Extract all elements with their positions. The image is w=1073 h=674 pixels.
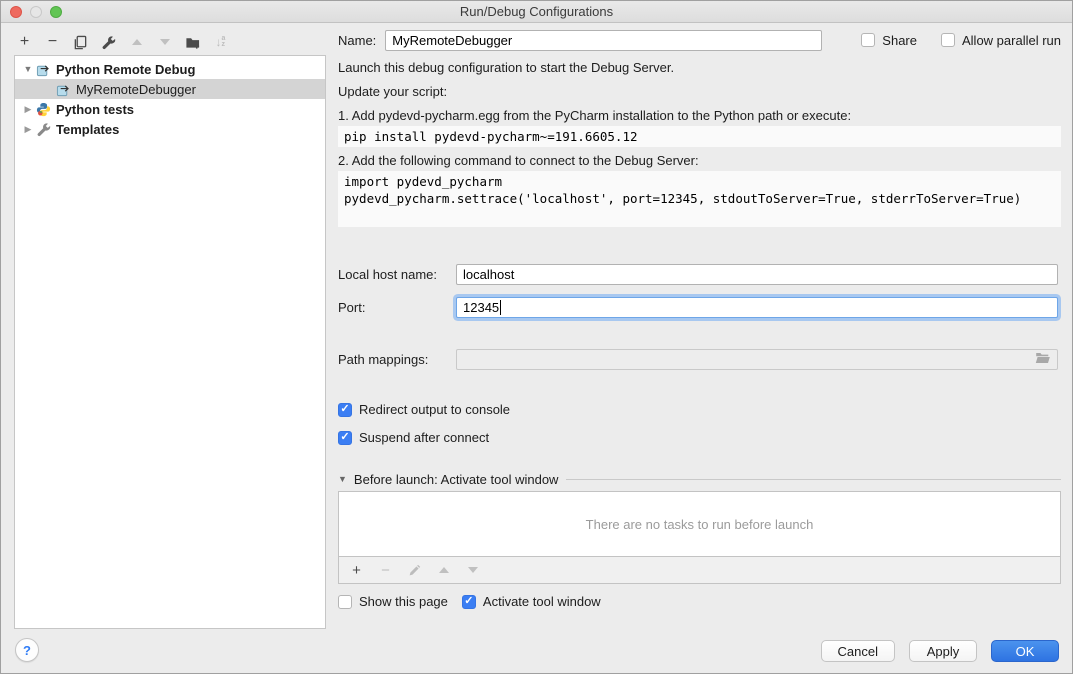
tree-item-python-remote-debug[interactable]: ▼ Python Remote Debug (15, 59, 325, 79)
dialog-buttons: Cancel Apply OK (821, 640, 1059, 662)
remote-debug-icon (55, 81, 71, 97)
port-label: Port: (338, 300, 456, 315)
local-host-name-input[interactable]: localhost (456, 264, 1058, 285)
name-value: MyRemoteDebugger (392, 33, 512, 48)
tree-item-myremotedebugger[interactable]: MyRemoteDebugger (15, 79, 325, 99)
before-launch-empty-text: There are no tasks to run before launch (339, 492, 1060, 556)
traffic-lights (10, 6, 62, 18)
edit-task-pencil-icon[interactable] (406, 562, 423, 579)
move-down-icon[interactable] (156, 34, 173, 51)
remove-configuration-icon[interactable]: − (44, 34, 61, 51)
redirect-output-checkbox[interactable]: ✓ (338, 403, 352, 417)
collapse-toggle-icon[interactable]: ▶ (21, 104, 35, 115)
configurations-toolbar: + − ↓az (16, 32, 229, 52)
add-task-icon[interactable]: + (348, 562, 365, 579)
configurations-tree: ▼ Python Remote Debug MyRemoteDebugger ▶ (14, 55, 326, 629)
help-button[interactable]: ? (15, 638, 39, 662)
move-task-down-icon[interactable] (464, 562, 481, 579)
copy-configuration-icon[interactable] (72, 34, 89, 51)
move-task-up-icon[interactable] (435, 562, 452, 579)
text-cursor (500, 300, 501, 315)
port-input[interactable]: 12345 (456, 297, 1058, 318)
new-folder-icon[interactable] (184, 34, 201, 51)
path-mappings-input[interactable] (456, 349, 1058, 370)
cancel-button[interactable]: Cancel (821, 640, 895, 662)
question-mark-icon: ? (23, 643, 31, 658)
activate-tool-window-checkbox[interactable]: ✓ (462, 595, 476, 609)
before-launch-section-header[interactable]: ▼ Before launch: Activate tool window (338, 472, 1061, 486)
pip-install-code-block: pip install pydevd-pycharm~=191.6605.12 (338, 126, 1061, 147)
collapse-section-icon[interactable]: ▼ (338, 474, 347, 484)
path-mappings-label: Path mappings: (338, 352, 456, 367)
tree-item-label: MyRemoteDebugger (76, 82, 196, 97)
tree-item-python-tests[interactable]: ▶ Python tests (15, 99, 325, 119)
suspend-after-connect-checkbox[interactable]: ✓ (338, 431, 352, 445)
remove-task-icon[interactable]: − (377, 562, 394, 579)
show-this-page-label: Show this page (359, 594, 448, 609)
instruction-line-2: Update your script: (338, 84, 1061, 99)
name-label: Name: (338, 33, 376, 48)
local-host-name-label: Local host name: (338, 267, 456, 282)
zoom-window-button[interactable] (50, 6, 62, 18)
move-up-icon[interactable] (128, 34, 145, 51)
edit-defaults-wrench-icon[interactable] (100, 34, 117, 51)
instruction-line-1: Launch this debug configuration to start… (338, 60, 1061, 75)
titlebar[interactable]: Run/Debug Configurations (1, 1, 1072, 23)
instruction-step-1: 1. Add pydevd-pycharm.egg from the PyCha… (338, 108, 1061, 123)
settrace-code-line-1: import pydevd_pycharm (344, 173, 1055, 190)
share-checkbox[interactable]: ✓ (861, 33, 875, 47)
show-this-page-checkbox[interactable]: ✓ (338, 595, 352, 609)
expand-toggle-icon[interactable]: ▼ (21, 64, 35, 74)
collapse-toggle-icon[interactable]: ▶ (21, 124, 35, 135)
local-host-name-value: localhost (463, 267, 514, 282)
apply-button[interactable]: Apply (909, 640, 977, 662)
add-configuration-icon[interactable]: + (16, 34, 33, 51)
minimize-window-button[interactable] (30, 6, 42, 18)
python-tests-icon (35, 101, 51, 117)
allow-parallel-run-label: Allow parallel run (962, 33, 1061, 48)
tree-item-label: Python tests (56, 102, 134, 117)
run-debug-configurations-dialog: Run/Debug Configurations + − ↓az ▼ Pytho… (0, 0, 1073, 674)
tree-item-templates[interactable]: ▶ Templates (15, 119, 325, 139)
ok-button[interactable]: OK (991, 640, 1059, 662)
remote-debug-icon (35, 61, 51, 77)
allow-parallel-run-checkbox[interactable]: ✓ (941, 33, 955, 47)
open-folder-icon[interactable] (1035, 351, 1051, 368)
settrace-code-line-2: pydevd_pycharm.settrace('localhost', por… (344, 190, 1055, 207)
share-label: Share (882, 33, 917, 48)
settrace-code-block: import pydevd_pycharm pydevd_pycharm.set… (338, 171, 1061, 227)
configuration-editor: Name: MyRemoteDebugger ✓ Share ✓ Allow p… (338, 29, 1061, 609)
before-launch-task-list: There are no tasks to run before launch … (338, 491, 1061, 584)
activate-tool-window-label: Activate tool window (483, 594, 601, 609)
name-input[interactable]: MyRemoteDebugger (385, 30, 822, 51)
wrench-icon (35, 121, 51, 137)
port-value: 12345 (463, 300, 499, 315)
before-launch-title: Before launch: Activate tool window (354, 472, 559, 487)
before-launch-toolbar: + − (339, 556, 1060, 583)
close-window-button[interactable] (10, 6, 22, 18)
tree-item-label: Python Remote Debug (56, 62, 195, 77)
tree-item-label: Templates (56, 122, 119, 137)
redirect-output-label: Redirect output to console (359, 402, 510, 417)
instruction-step-2: 2. Add the following command to connect … (338, 153, 1061, 168)
section-rule (566, 479, 1061, 480)
sort-alphabetically-icon[interactable]: ↓az (212, 34, 229, 51)
suspend-after-connect-label: Suspend after connect (359, 430, 489, 445)
window-title: Run/Debug Configurations (460, 4, 613, 19)
